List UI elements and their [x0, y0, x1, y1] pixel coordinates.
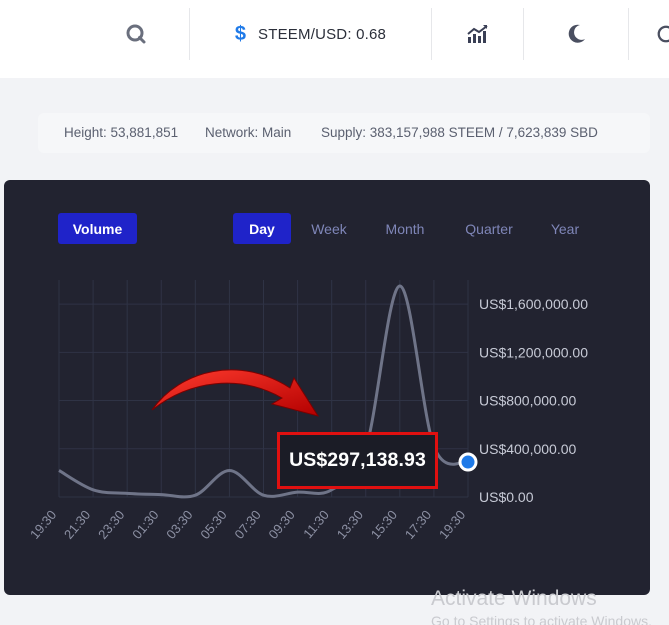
chart-button[interactable] [432, 8, 523, 60]
theme-toggle[interactable] [524, 8, 628, 60]
x-tick-label: 15:30 [368, 507, 400, 542]
search-button[interactable] [110, 8, 162, 60]
dollar-icon: $ [234, 22, 247, 45]
x-tick-label: 05:30 [197, 507, 229, 542]
language-button[interactable] [656, 8, 669, 60]
globe-icon [657, 25, 669, 43]
price-ticker: $ STEEM/USD: 0.68 [190, 8, 431, 60]
y-tick-label: US$800,000.00 [479, 393, 577, 409]
x-tick-label: 19:30 [436, 507, 468, 542]
search-icon [126, 24, 146, 44]
moon-icon [568, 24, 585, 43]
y-tick-label: US$1,200,000.00 [479, 344, 588, 360]
y-tick-label: US$400,000.00 [479, 441, 577, 457]
x-tick-label: 09:30 [265, 507, 297, 542]
y-tick-label: US$0.00 [479, 489, 534, 505]
x-tick-label: 07:30 [231, 507, 263, 542]
volume-line-chart: US$0.00 US$400,000.00 US$800,000.00 US$1,20… [27, 280, 588, 542]
activation-watermark-title: Activate Windows [431, 587, 597, 610]
divider [628, 8, 629, 60]
price-label: STEEM/USD: 0.68 [258, 25, 387, 43]
chain-info-bar: Height: 53,881,851 Network: Main Supply:… [38, 113, 650, 153]
y-tick-label: US$1,600,000.00 [479, 296, 588, 312]
network-label: Network: Main [205, 125, 292, 140]
x-tick-label: 23:30 [95, 507, 127, 542]
x-tick-label: 21:30 [61, 507, 93, 542]
chart-trend-icon [466, 25, 488, 43]
activation-watermark-text: Go to Settings to activate Windows. [431, 613, 652, 625]
highlight-value-callout: US$297,138.93 [277, 432, 438, 489]
x-tick-label: 17:30 [402, 507, 434, 542]
current-value-point[interactable] [458, 452, 478, 472]
supply-label: Supply: 383,157,988 STEEM / 7,623,839 SB… [321, 125, 598, 140]
volume-chart-panel: Volume Day Week Month Quarter Year US$0.… [4, 180, 650, 595]
block-height: Height: 53,881,851 [64, 125, 179, 140]
x-tick-label: 01:30 [129, 507, 161, 542]
red-arrow-annotation [151, 369, 320, 417]
top-bar: $ STEEM/USD: 0.68 [0, 0, 669, 78]
x-tick-label: 19:30 [27, 507, 59, 542]
x-tick-label: 13:30 [334, 507, 366, 542]
x-tick-label: 11:30 [300, 507, 332, 541]
x-tick-label: 03:30 [163, 507, 195, 542]
